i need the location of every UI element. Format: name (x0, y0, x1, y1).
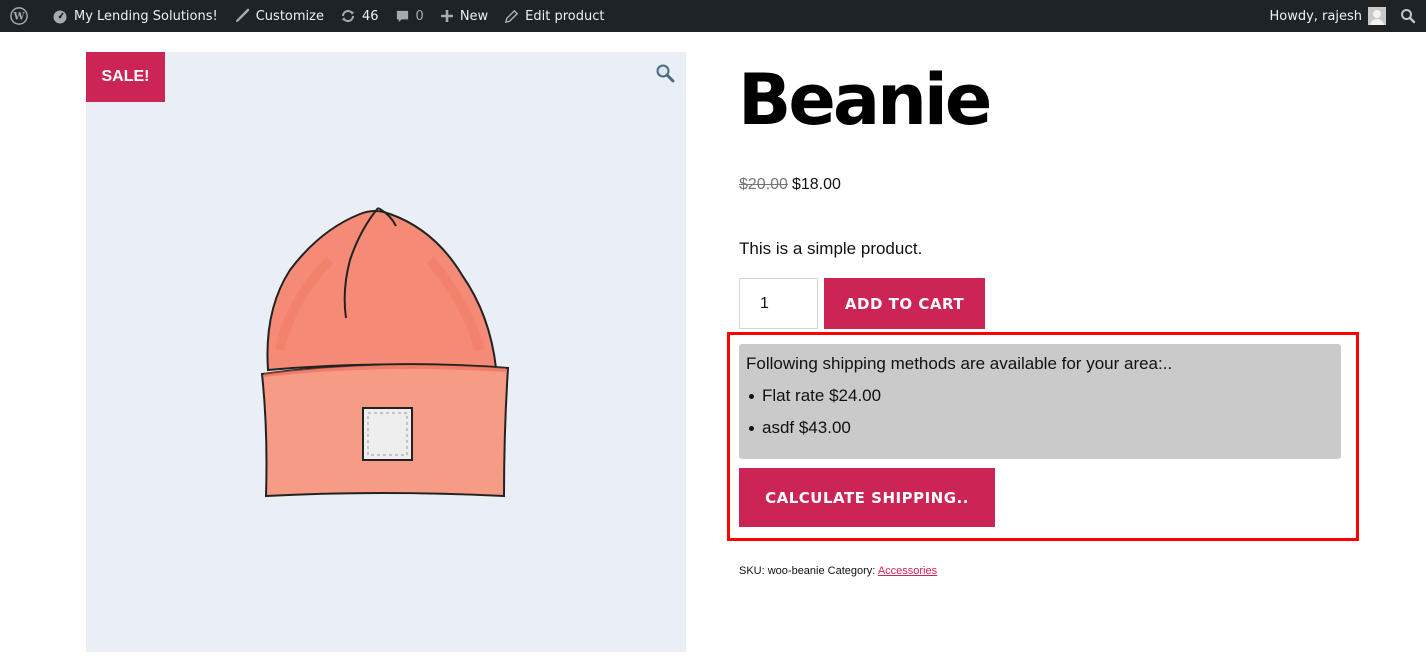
wordpress-logo-icon: W (10, 7, 28, 25)
comments-count: 0 (415, 8, 424, 24)
list-item: asdf $43.00 (746, 412, 1334, 444)
brush-icon (234, 8, 250, 24)
beanie-image (260, 207, 510, 498)
comments-link[interactable]: 0 (387, 0, 432, 32)
sale-badge: SALE! (86, 52, 165, 102)
comment-icon (395, 9, 410, 24)
wordpress-menu[interactable]: W (0, 0, 44, 32)
my-account-link[interactable]: Howdy, rajesh (1261, 0, 1394, 32)
edit-product-label: Edit product (525, 8, 605, 24)
product-price: $20.00 $18.00 (739, 176, 841, 194)
product-title: Beanie (738, 59, 992, 141)
add-to-cart-button[interactable]: ADD TO CART (824, 278, 985, 329)
customize-label: Customize (255, 8, 324, 24)
list-item: Flat rate $24.00 (746, 380, 1334, 412)
updates-count: 46 (361, 8, 379, 24)
edit-product-link[interactable]: Edit product (496, 0, 612, 32)
howdy-text: Howdy, rajesh (1269, 8, 1362, 24)
sale-price: $18.00 (791, 176, 841, 193)
plus-icon (440, 9, 454, 23)
regular-price: $20.00 (739, 176, 788, 193)
site-name-link[interactable]: My Lending Solutions! (44, 0, 226, 32)
shipping-method-label: asdf $43.00 (762, 418, 851, 437)
bullet-icon (749, 393, 754, 399)
shipping-methods-list: Flat rate $24.00 asdf $43.00 (746, 380, 1334, 444)
pencil-icon (504, 9, 519, 24)
shipping-methods-box: Following shipping methods are available… (739, 344, 1341, 459)
admin-search-button[interactable] (1394, 0, 1426, 32)
customize-link[interactable]: Customize (226, 0, 332, 32)
product-short-description: This is a simple product. (739, 239, 923, 258)
shipping-method-label: Flat rate $24.00 (762, 386, 882, 405)
product-meta: SKU: woo-beanie Category: Accessories (739, 565, 937, 577)
search-icon (1400, 8, 1416, 24)
admin-bar: W My Lending Solutions! Customize 46 0 N… (0, 0, 1426, 32)
updates-link[interactable]: 46 (332, 0, 387, 32)
quantity-input[interactable] (739, 278, 818, 329)
admin-bar-secondary: Howdy, rajesh (1261, 0, 1426, 32)
new-content-link[interactable]: New (432, 0, 496, 32)
calculate-shipping-button[interactable]: CALCULATE SHIPPING.. (739, 468, 995, 527)
dashboard-icon (52, 8, 68, 24)
shipping-intro: Following shipping methods are available… (746, 354, 1173, 373)
updates-icon (340, 8, 356, 24)
category-link[interactable]: Accessories (878, 565, 937, 577)
sku-category-text: SKU: woo-beanie Category: (739, 565, 876, 577)
zoom-icon[interactable] (655, 63, 675, 83)
site-name: My Lending Solutions! (74, 8, 218, 24)
avatar (1368, 7, 1386, 25)
bullet-icon (749, 425, 754, 431)
svg-text:W: W (12, 12, 25, 23)
new-label: New (459, 8, 489, 24)
